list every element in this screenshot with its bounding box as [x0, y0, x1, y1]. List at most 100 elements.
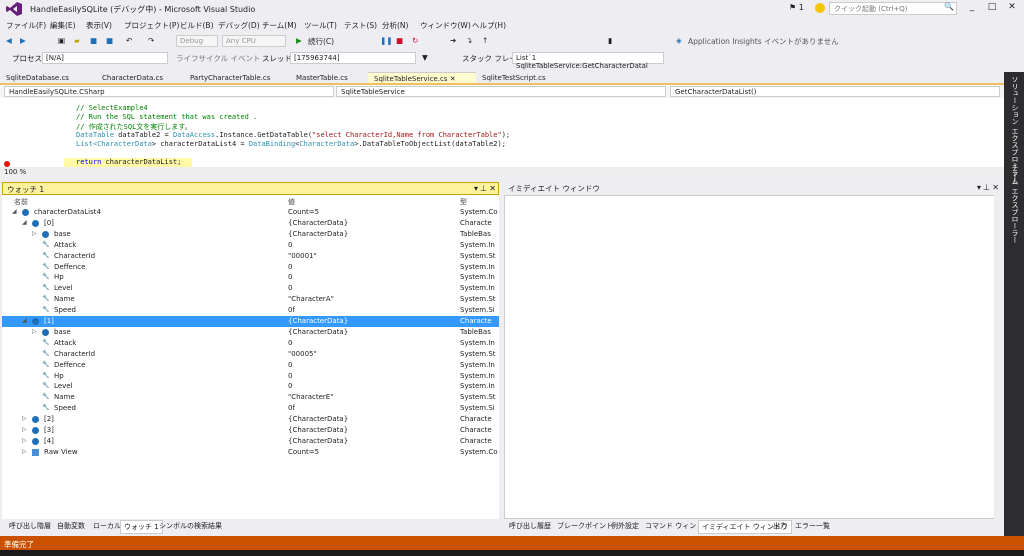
table-row[interactable]: 🔧 Level 0 System.In [2, 381, 499, 392]
table-row[interactable]: ◢ characterDataList4 Count=5 System.Co [2, 207, 499, 218]
feedback-smiley-icon[interactable] [815, 3, 825, 13]
scrollbar[interactable] [994, 195, 1002, 519]
filter-icon[interactable]: ▼ [422, 53, 428, 62]
close-icon[interactable]: ✕ [450, 75, 456, 83]
save-icon[interactable]: ■ [90, 36, 97, 45]
menu-team[interactable]: チーム(M) [262, 20, 297, 31]
close-icon[interactable]: ✕ [489, 184, 496, 193]
table-row[interactable]: 🔧 Attack 0 System.In [2, 240, 499, 251]
table-row[interactable]: 🔧 Name "CharacterE" System.St [2, 392, 499, 403]
bookmark-icon[interactable]: ▮ [608, 36, 612, 45]
expand-toggle-icon[interactable]: ◢ [22, 219, 27, 226]
expand-toggle-icon[interactable]: ◢ [22, 317, 27, 324]
process-dropdown[interactable]: [N/A] [42, 52, 168, 64]
stop-icon[interactable]: ■ [396, 36, 403, 45]
tab-output[interactable]: 出力 [770, 520, 790, 532]
table-row[interactable]: 🔧 Hp 0 System.In [2, 272, 499, 283]
table-row[interactable]: ▷ [4] {CharacterData} Characte [2, 436, 499, 447]
stack-frame-dropdown[interactable]: List`1 SqliteTableService:GetCharacterDa… [512, 52, 664, 70]
pin-icon[interactable]: ⊥ [480, 184, 487, 193]
notifications-icon[interactable]: ⚑ 1 [789, 3, 804, 12]
platform-dropdown[interactable]: Any CPU [222, 35, 286, 47]
table-row[interactable]: 🔧 Attack 0 System.In [2, 338, 499, 349]
forward-icon[interactable]: ▶ [20, 36, 26, 45]
dropdown-icon[interactable]: ▾ [474, 184, 478, 193]
lifecycle-events-button[interactable]: ライフサイクル イベント [176, 53, 261, 64]
open-file-icon[interactable]: ▰ [74, 36, 80, 45]
menu-edit[interactable]: 編集(E) [50, 20, 76, 31]
table-row[interactable]: ▷ Raw View Count=5 System.Co [2, 447, 499, 458]
tab-locals[interactable]: ローカル [90, 520, 124, 532]
insights-icon[interactable]: ◈ [676, 36, 682, 45]
quick-launch-input[interactable]: クイック起動 (Ctrl+Q) [829, 2, 957, 15]
close-button[interactable]: ✕ [1002, 2, 1022, 12]
zoom-level[interactable]: 100 % [0, 167, 1004, 177]
pause-icon[interactable]: ❚❚ [380, 36, 393, 45]
new-project-icon[interactable]: ▣ [58, 36, 65, 45]
tab-autos[interactable]: 自動変数 [54, 520, 88, 532]
table-row[interactable]: 🔧 CharacterId "00005" System.St [2, 349, 499, 360]
expand-toggle-icon[interactable]: ▷ [22, 415, 27, 422]
table-row[interactable]: ◢ [0] {CharacterData} Characte [2, 218, 499, 229]
step-over-icon[interactable]: ↴ [466, 36, 472, 45]
close-icon[interactable]: ✕ [992, 183, 999, 192]
table-row[interactable]: ▷ base {CharacterData} TableBas [2, 327, 499, 338]
menu-test[interactable]: テスト(S) [344, 20, 377, 31]
menu-view[interactable]: 表示(V) [86, 20, 112, 31]
class-dropdown[interactable]: SqliteTableService [336, 86, 666, 97]
redo-icon[interactable]: ↷ [148, 36, 154, 45]
back-icon[interactable]: ◀ [6, 36, 12, 45]
tab-call-stack[interactable]: 呼び出し履歴 [506, 520, 554, 532]
tab-error-list[interactable]: エラー一覧 [792, 520, 833, 532]
table-row[interactable]: 🔧 Name "CharacterA" System.St [2, 294, 499, 305]
minimize-button[interactable]: _ [962, 2, 982, 12]
table-row[interactable]: 🔧 Speed 0f System.Si [2, 403, 499, 414]
table-row[interactable]: 🔧 CharacterId "00001" System.St [2, 251, 499, 262]
expand-toggle-icon[interactable]: ▷ [32, 230, 37, 237]
undo-icon[interactable]: ↶ [126, 36, 132, 45]
expand-toggle-icon[interactable]: ▷ [22, 426, 27, 433]
table-row[interactable]: 🔧 Hp 0 System.In [2, 371, 499, 382]
continue-icon[interactable]: ▶ [296, 36, 302, 45]
project-dropdown[interactable]: HandleEasilySQLite.CSharp [4, 86, 334, 97]
table-row[interactable]: ▷ [3] {CharacterData} Characte [2, 425, 499, 436]
column-header-name[interactable]: 名前 [14, 197, 28, 207]
menu-debug[interactable]: デバッグ(D) [218, 20, 260, 31]
menu-help[interactable]: ヘルプ(H) [472, 20, 506, 31]
table-row[interactable]: ◢ [1] {CharacterData} Characte [2, 316, 499, 327]
menu-window[interactable]: ウィンドウ(W) [420, 20, 471, 31]
table-row[interactable]: 🔧 Deffence 0 System.In [2, 360, 499, 371]
save-all-icon[interactable]: ■ [106, 36, 113, 45]
thread-dropdown[interactable]: [175963744] [290, 52, 416, 64]
tab-call-hierarchy[interactable]: 呼び出し階層 [6, 520, 54, 532]
restart-icon[interactable]: ↻ [412, 36, 418, 45]
menu-project[interactable]: プロジェクト(P) [124, 20, 179, 31]
menu-tools[interactable]: ツール(T) [304, 20, 337, 31]
table-row[interactable]: 🔧 Speed 0f System.Si [2, 305, 499, 316]
dropdown-icon[interactable]: ▾ [977, 183, 981, 192]
tab-find-symbol-results[interactable]: シンボルの検索結果 [156, 520, 225, 532]
expand-toggle-icon[interactable]: ▷ [22, 437, 27, 444]
maximize-button[interactable]: □ [982, 2, 1002, 12]
method-dropdown[interactable]: GetCharacterDataList() [670, 86, 1000, 97]
pin-icon[interactable]: ⊥ [983, 183, 990, 192]
step-out-icon[interactable]: ↑ [482, 36, 488, 45]
menu-analyze[interactable]: 分析(N) [382, 20, 408, 31]
column-header-value[interactable]: 値 [288, 197, 295, 207]
menu-file[interactable]: ファイル(F) [6, 20, 46, 31]
menu-build[interactable]: ビルド(B) [180, 20, 214, 31]
expand-toggle-icon[interactable]: ▷ [22, 448, 27, 455]
table-row[interactable]: ▷ base {CharacterData} TableBas [2, 229, 499, 240]
tab-exception-settings[interactable]: 例外設定 [608, 520, 642, 532]
table-row[interactable]: 🔧 Deffence 0 System.In [2, 262, 499, 273]
immediate-window[interactable] [504, 195, 1001, 519]
tab-breakpoints[interactable]: ブレークポイント [554, 520, 616, 532]
insights-events[interactable]: Application Insights イベントがありません [688, 36, 839, 47]
config-dropdown[interactable]: Debug [176, 35, 218, 47]
continue-button[interactable]: 続行(C) [308, 36, 334, 47]
column-header-type[interactable]: 型 [460, 197, 467, 207]
team-explorer-tab[interactable]: チーム エクスプローラー [1010, 164, 1020, 243]
expand-toggle-icon[interactable]: ▷ [32, 328, 37, 335]
step-into-icon[interactable]: ➜ [450, 36, 456, 45]
code-editor[interactable]: // SelectExample4 // Run the SQL stateme… [0, 98, 1004, 167]
